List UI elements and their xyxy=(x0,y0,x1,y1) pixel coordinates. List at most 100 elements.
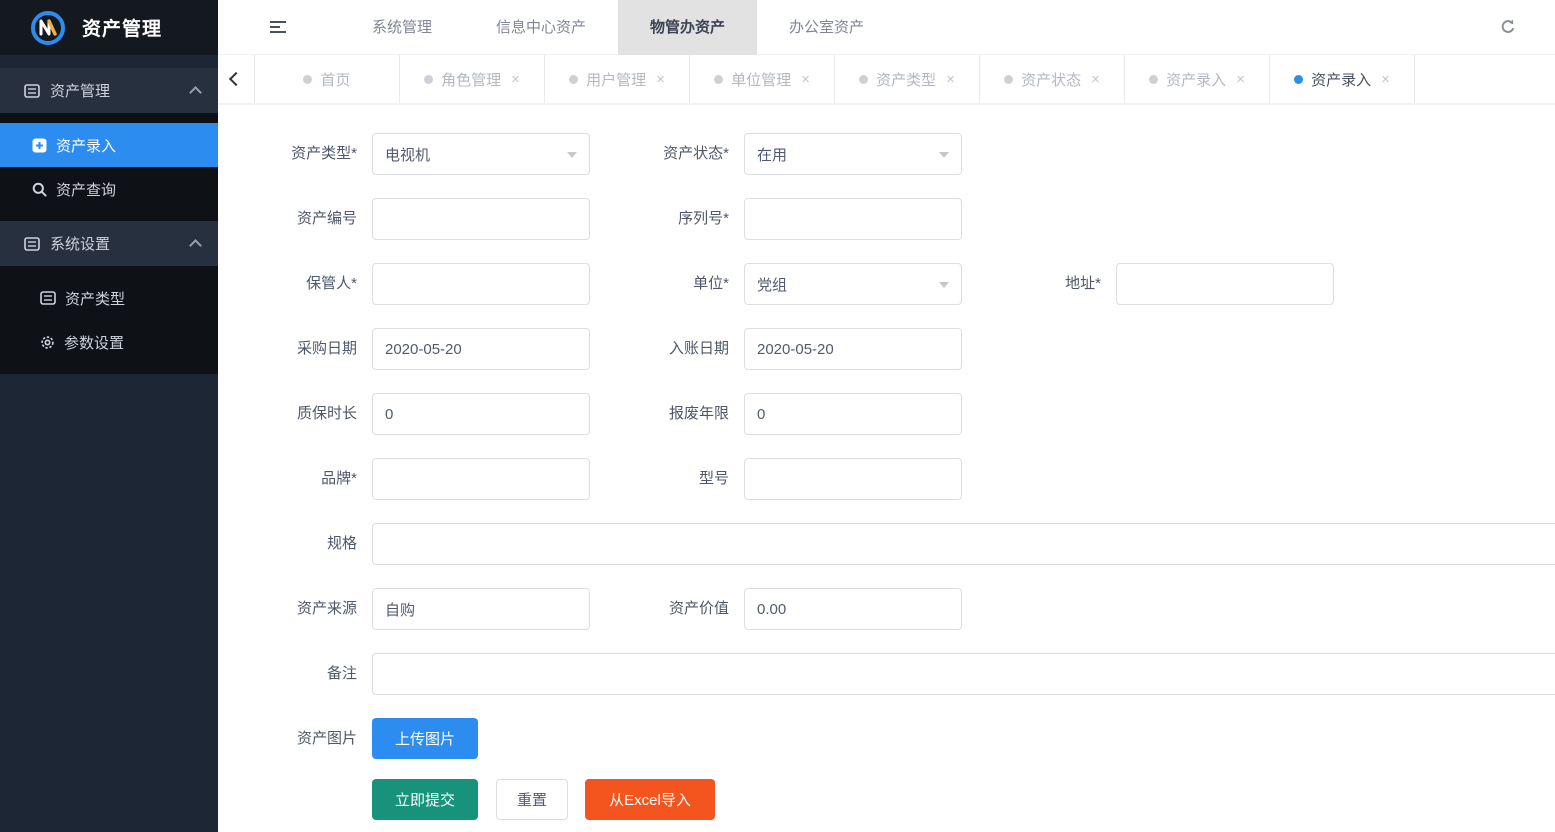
close-icon[interactable]: × xyxy=(1091,71,1100,88)
purchase-date-input[interactable] xyxy=(372,328,590,370)
sidebar-group-system-settings[interactable]: 系统设置 xyxy=(0,221,218,266)
field-label: 入账日期 xyxy=(590,328,744,370)
reset-button[interactable]: 重置 xyxy=(496,779,568,820)
form-row: 资产类型* 电视机 资产状态* 在用 xyxy=(218,133,1555,175)
chevron-up-icon xyxy=(189,239,202,252)
import-excel-button[interactable]: 从Excel导入 xyxy=(585,779,715,820)
unit-select[interactable]: 党组 xyxy=(744,263,962,305)
tab-dot xyxy=(1294,75,1303,84)
sidebar-group-label: 资产管理 xyxy=(50,80,191,101)
page-tab-label: 用户管理 xyxy=(586,69,646,90)
chevron-down-icon xyxy=(567,152,577,158)
collapse-menu-icon[interactable] xyxy=(268,18,288,36)
sidebar-group-asset-management[interactable]: 资产管理 xyxy=(0,68,218,113)
page-tab-home[interactable]: 首页 xyxy=(255,55,400,103)
tabs-scroll-left-button[interactable] xyxy=(218,55,255,103)
refresh-icon[interactable] xyxy=(1499,18,1517,36)
spec-input[interactable] xyxy=(372,523,1555,565)
field-label: 单位* xyxy=(590,263,744,305)
main-area: 系统管理 信息中心资产 物管办资产 办公室资产 首页 xyxy=(218,0,1555,832)
sidebar-item-asset-query[interactable]: 资产查询 xyxy=(0,167,218,211)
field-label: 型号 xyxy=(590,458,744,500)
tab-dot xyxy=(859,75,868,84)
sidebar: 资产管理 资产管理 资产录入 xyxy=(0,0,218,832)
page-tab-role-management[interactable]: 角色管理 × xyxy=(400,55,545,103)
field-label: 资产编号 xyxy=(218,198,372,240)
warranty-input[interactable] xyxy=(372,393,590,435)
page-tab-label: 角色管理 xyxy=(441,69,501,90)
tab-dot xyxy=(1004,75,1013,84)
asset-source-input[interactable] xyxy=(372,588,590,630)
model-input[interactable] xyxy=(744,458,962,500)
page-tab-label: 资产状态 xyxy=(1021,69,1081,90)
gear-icon xyxy=(40,335,55,350)
tab-info-center-assets[interactable]: 信息中心资产 xyxy=(464,0,618,55)
close-icon[interactable]: × xyxy=(511,71,520,88)
close-icon[interactable]: × xyxy=(946,71,955,88)
page-tab-label: 首页 xyxy=(320,69,350,90)
page-tab-asset-type[interactable]: 资产类型 × xyxy=(835,55,980,103)
page-tab-user-management[interactable]: 用户管理 × xyxy=(545,55,690,103)
remark-input[interactable] xyxy=(372,653,1555,695)
page-tab-label: 资产录入 xyxy=(1166,69,1226,90)
sidebar-item-label: 参数设置 xyxy=(64,332,124,353)
close-icon[interactable]: × xyxy=(656,71,665,88)
form-row: 资产来源 资产价值 xyxy=(218,588,1555,630)
app-logo-icon xyxy=(28,8,68,48)
chevron-up-icon xyxy=(189,86,202,99)
page-tab-asset-entry[interactable]: 资产录入 × xyxy=(1125,55,1270,103)
topbar: 系统管理 信息中心资产 物管办资产 办公室资产 xyxy=(218,0,1555,55)
tab-dot xyxy=(424,75,433,84)
sidebar-group-label: 系统设置 xyxy=(50,233,191,254)
sidebar-item-label: 资产类型 xyxy=(65,288,125,309)
field-label: 地址* xyxy=(962,263,1116,305)
field-label: 品牌* xyxy=(218,458,372,500)
chevron-down-icon xyxy=(939,282,949,288)
list-icon xyxy=(40,291,56,305)
page-tab-asset-status[interactable]: 资产状态 × xyxy=(980,55,1125,103)
chevron-left-icon xyxy=(229,72,243,86)
page-tab-unit-management[interactable]: 单位管理 × xyxy=(690,55,835,103)
tab-property-office-assets[interactable]: 物管办资产 xyxy=(618,0,757,55)
plus-square-icon xyxy=(32,138,47,153)
field-label: 报废年限 xyxy=(590,393,744,435)
asset-price-input[interactable] xyxy=(744,588,962,630)
asset-status-select[interactable]: 在用 xyxy=(744,133,962,175)
app-root: 资产管理 资产管理 资产录入 xyxy=(0,0,1555,832)
form-row: 品牌* 型号 xyxy=(218,458,1555,500)
sidebar-item-asset-entry[interactable]: 资产录入 xyxy=(0,123,218,167)
submit-button[interactable]: 立即提交 xyxy=(372,779,478,820)
field-label: 采购日期 xyxy=(218,328,372,370)
tab-system-management[interactable]: 系统管理 xyxy=(340,0,464,55)
selected-value: 党组 xyxy=(757,274,787,295)
asset-no-input[interactable] xyxy=(372,198,590,240)
page-tab-asset-entry-active[interactable]: 资产录入 × xyxy=(1270,55,1415,103)
scrap-years-input[interactable] xyxy=(744,393,962,435)
selected-value: 在用 xyxy=(757,144,787,165)
form-row: 规格 xyxy=(218,523,1555,565)
sidebar-menu: 资产管理 资产录入 资产查询 xyxy=(0,55,218,374)
asset-type-select[interactable]: 电视机 xyxy=(372,133,590,175)
field-label: 资产状态* xyxy=(590,133,744,175)
field-label: 资产价值 xyxy=(590,588,744,630)
list-icon xyxy=(24,237,40,251)
tab-office-assets[interactable]: 办公室资产 xyxy=(757,0,896,55)
selected-value: 电视机 xyxy=(385,144,430,165)
upload-image-button[interactable]: 上传图片 xyxy=(372,718,478,759)
sidebar-item-param-settings[interactable]: 参数设置 xyxy=(0,320,218,364)
close-icon[interactable]: × xyxy=(1381,71,1390,88)
form-row: 资产图片 上传图片 xyxy=(218,718,1555,760)
field-label: 备注 xyxy=(218,653,372,695)
page-tab-label: 单位管理 xyxy=(731,69,791,90)
brand-input[interactable] xyxy=(372,458,590,500)
keeper-input[interactable] xyxy=(372,263,590,305)
tab-dot xyxy=(1149,75,1158,84)
close-icon[interactable]: × xyxy=(1236,71,1245,88)
serial-no-input[interactable] xyxy=(744,198,962,240)
sidebar-item-asset-type[interactable]: 资产类型 xyxy=(0,276,218,320)
sidebar-item-label: 资产查询 xyxy=(56,179,116,200)
close-icon[interactable]: × xyxy=(801,71,810,88)
logo-area: 资产管理 xyxy=(0,0,218,55)
entry-date-input[interactable] xyxy=(744,328,962,370)
address-input[interactable] xyxy=(1116,263,1334,305)
